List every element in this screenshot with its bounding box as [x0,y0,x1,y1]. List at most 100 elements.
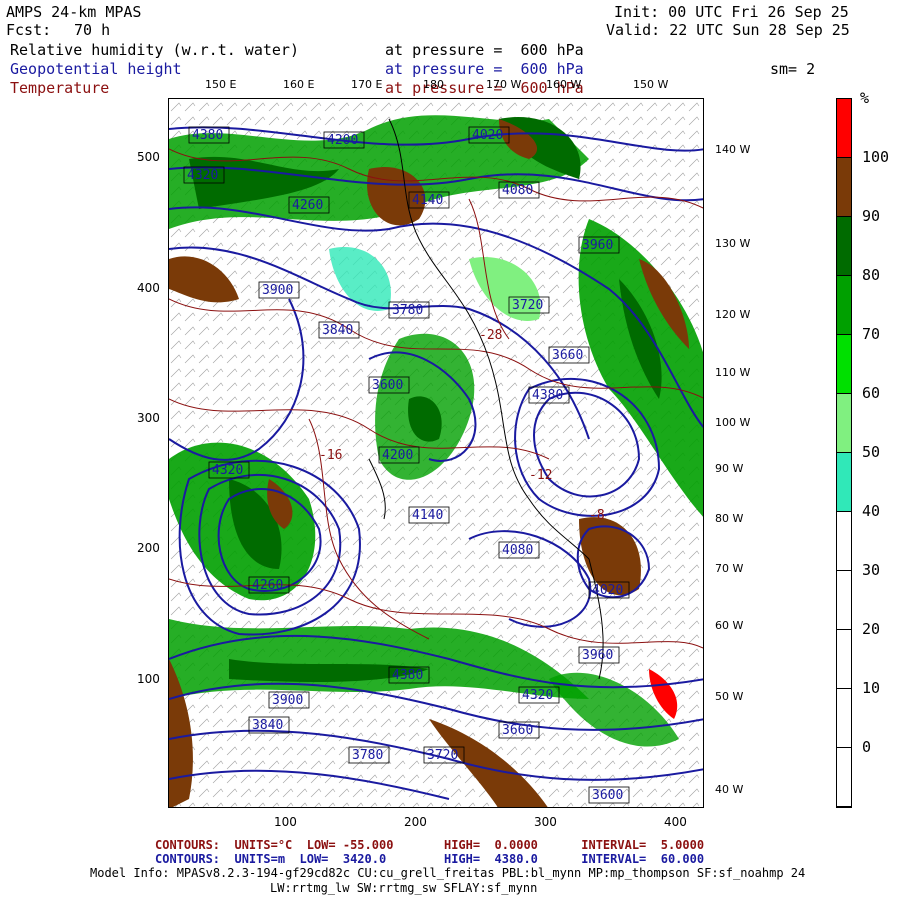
right-lon-label: 140 W [715,143,751,156]
x-tick-label: 100 [274,815,297,829]
height-contour-label: 4380 [192,128,223,143]
height-contour-label: 3960 [582,648,613,663]
height-contour-label: 4080 [502,183,533,198]
weather-map: 4380 4320 4260 4200 4140 4080 4020 3960 3900 3840… [168,98,704,808]
y-tick-label: 100 [137,672,160,686]
valid-time: Valid: 22 UTC Sun 28 Sep 25 [606,21,850,39]
height-contour-label: 3720 [512,298,543,313]
colorbar-label: 20 [862,620,881,638]
height-contour-label: 4200 [327,133,358,148]
top-lon-label: 160 W [546,78,582,91]
field-rh-name: Relative humidity (w.r.t. water) [10,41,299,59]
colorbar-segment [837,748,851,807]
colorbar-segment [837,99,851,158]
temp-contour-info: CONTOURS: UNITS=°C LOW= -55.000 HIGH= 0.… [155,838,705,852]
temp-contour-label: -28 [479,328,502,343]
height-contour-label: 4260 [252,578,283,593]
right-lon-label: 120 W [715,308,751,321]
right-lon-label: 40 W [715,783,744,796]
forecast-hour: 70 h [74,21,111,39]
y-tick-label: 500 [137,150,160,164]
colorbar-segment [837,453,851,512]
height-contour-label: 3600 [372,378,403,393]
colorbar-label: 50 [862,443,881,461]
colorbar-segment [837,217,851,276]
temp-contour-label: -12 [529,468,552,483]
colorbar-label: 40 [862,502,881,520]
height-contour-label: 3960 [582,238,613,253]
top-lon-label: 170 W [486,78,522,91]
y-tick-label: 400 [137,281,160,295]
top-lon-label: 150 E [205,78,237,91]
field-height-name: Geopotential height [10,60,182,78]
temp-contour-label: -8 [589,508,605,523]
height-contour-label: 3780 [352,748,383,763]
field-height-level: at pressure = 600 hPa [385,60,584,78]
colorbar-segment [837,630,851,689]
colorbar-label: 100 [862,148,890,166]
x-tick-label: 300 [534,815,557,829]
top-lon-label: 180 [423,78,444,91]
colorbar-segment [837,335,851,394]
height-contour-label: 3720 [427,748,458,763]
temp-contour-label: -16 [319,448,342,463]
colorbar-label: 90 [862,207,881,225]
height-contour-label: 4260 [292,198,323,213]
height-contour-label: 3660 [552,348,583,363]
height-contour-label: 4380 [532,388,563,403]
field-rh-level: at pressure = 600 hPa [385,41,584,59]
humidity-colorbar [836,98,852,808]
colorbar-label: 0 [862,738,872,756]
top-lon-label: 150 W [633,78,669,91]
height-contour-label: 4140 [412,508,443,523]
height-contour-label: 4380 [392,668,423,683]
colorbar-segment [837,394,851,453]
top-lon-label: 170 E [351,78,383,91]
right-lon-label: 70 W [715,562,744,575]
colorbar-label: 80 [862,266,881,284]
colorbar-unit: % [860,89,870,107]
right-lon-label: 110 W [715,366,751,379]
height-contour-label: 3780 [392,303,423,318]
x-tick-label: 200 [404,815,427,829]
model-title: AMPS 24-km MPAS [6,3,142,21]
colorbar-label: 30 [862,561,881,579]
right-lon-label: 50 W [715,690,744,703]
top-lon-label: 160 E [283,78,315,91]
colorbar-label: 70 [862,325,881,343]
y-tick-label: 200 [137,541,160,555]
height-contour-label: 3900 [272,693,303,708]
colorbar-label: 10 [862,679,881,697]
height-contour-label: 3660 [502,723,533,738]
x-tick-label: 400 [664,815,687,829]
colorbar-segment [837,571,851,630]
colorbar-segment [837,689,851,748]
field-temp-name: Temperature [10,79,110,97]
height-contour-label: 4320 [522,688,553,703]
right-lon-label: 130 W [715,237,751,250]
height-contour-label: 3840 [322,323,353,338]
height-contour-label: 4020 [472,128,503,143]
right-lon-label: 60 W [715,619,744,632]
y-tick-label: 300 [137,411,160,425]
smoothing-label: sm= 2 [770,60,816,78]
height-contour-label: 3600 [592,788,623,803]
height-contour-info: CONTOURS: UNITS=m LOW= 3420.0 HIGH= 4380… [155,852,705,866]
height-contour-label: 4140 [412,193,443,208]
colorbar-segment [837,276,851,335]
colorbar-segment [837,512,851,571]
colorbar-label: 60 [862,384,881,402]
right-lon-label: 100 W [715,416,751,429]
height-contour-label: 4200 [382,448,413,463]
height-contour-label: 4320 [212,463,243,478]
right-lon-label: 80 W [715,512,744,525]
height-contour-label: 3840 [252,718,283,733]
weather-map-canvas: 4380 4320 4260 4200 4140 4080 4020 3960 3900 3840… [169,99,703,807]
model-info: Model Info: MPASv8.2.3-194-gf29cd82c CU:… [90,866,806,880]
init-time: Init: 00 UTC Fri 26 Sep 25 [614,3,849,21]
height-contour-label: 4320 [187,168,218,183]
height-contour-label: 3900 [262,283,293,298]
height-contour-label: 4080 [502,543,533,558]
colorbar-segment [837,158,851,217]
height-contour-label: 4020 [592,583,623,598]
